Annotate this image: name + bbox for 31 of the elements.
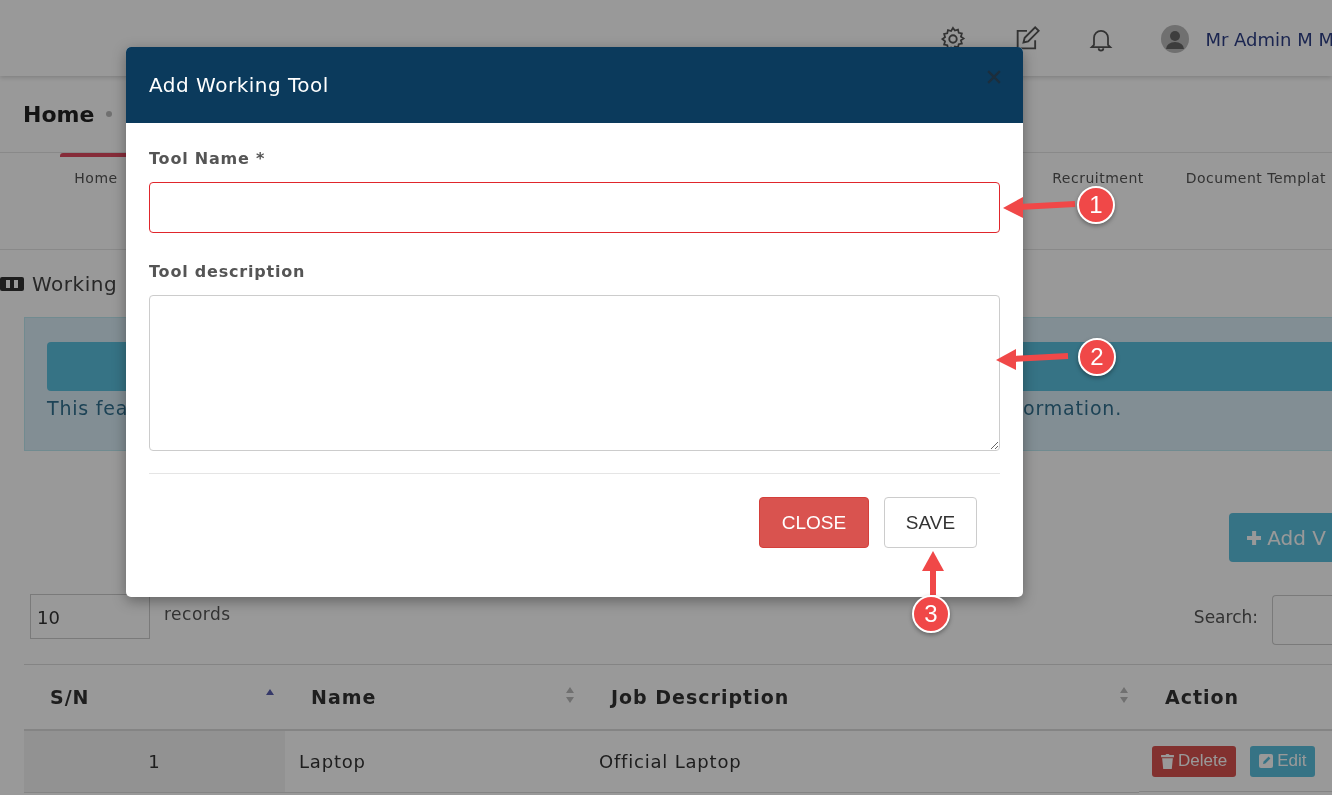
callout-arrow [922,551,944,595]
search-label: Search: [1193,607,1258,627]
step-badge: 1 [1077,186,1115,224]
page-length-select[interactable]: 10 [30,594,150,639]
section-title: Working [32,271,118,296]
user-name[interactable]: Mr Admin M M [1205,28,1332,50]
step-badge: 3 [912,595,950,633]
field-label: Tool Name * [149,149,267,168]
column-header[interactable]: Job Description [585,664,1139,730]
trash-icon [1161,753,1174,769]
close-button[interactable]: CLOSE [759,497,869,548]
table-cell: 1 [24,730,285,792]
notice-text: This fea [47,397,129,419]
nav-tab[interactable]: Recruitment [1046,153,1150,186]
field-label: Tool description [149,262,307,281]
breadcrumb-dot [106,111,113,117]
avatar-icon[interactable] [1161,25,1190,53]
records-label: records [164,604,231,624]
page-title: Home [23,101,95,127]
modal-title: Add Working Tool [149,73,329,97]
plus-icon [1247,529,1262,546]
column-header[interactable]: Action [1139,664,1332,730]
delete-button[interactable]: Delete [1152,745,1237,777]
notice-text: ormation. [1023,397,1122,419]
search-field[interactable] [1272,595,1332,645]
nav-tab[interactable]: Document Templat [1179,153,1332,186]
column-header[interactable]: Name [285,664,585,730]
edit-icon [1259,754,1274,768]
save-button[interactable]: SAVE [884,497,977,548]
table-cell: Official Laptop [585,730,1139,792]
table-cell: Laptop [285,730,585,792]
